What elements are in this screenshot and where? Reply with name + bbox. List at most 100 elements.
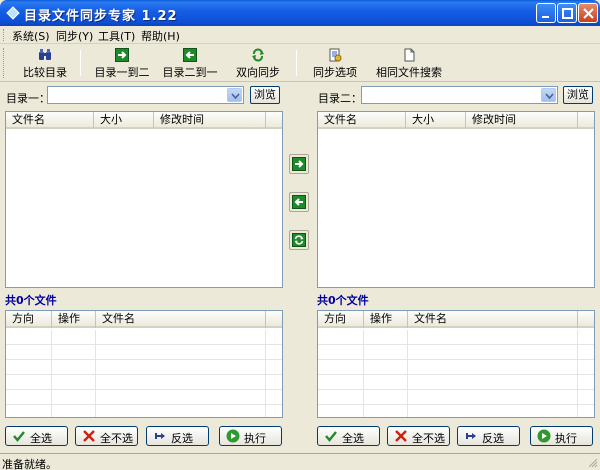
invert-label: 反选	[171, 432, 193, 445]
grid-line	[318, 344, 594, 345]
menu-help[interactable]: 帮助(H)	[141, 28, 180, 44]
dir1-execute-button[interactable]: 执行	[219, 426, 282, 446]
toolbar: 比较目录 目录一到二 目录二到一 双向同步 同步选项 相同文件搜索	[0, 44, 600, 82]
sync-arrows-icon	[252, 48, 264, 62]
dir1-to-dir2-label: 目录一到二	[94, 66, 150, 79]
maximize-button[interactable]	[557, 3, 577, 23]
red-x-icon	[395, 430, 407, 442]
maximize-icon	[562, 8, 573, 19]
copy-right-button[interactable]	[289, 154, 309, 174]
menu-sync[interactable]: 同步(Y)	[56, 28, 93, 44]
toolbar-separator	[80, 50, 81, 76]
dir1-label: 目录一：	[6, 92, 50, 105]
column-header[interactable]: 大小	[94, 112, 154, 129]
dir2-invert-button[interactable]: 反选	[457, 426, 520, 446]
dir2-select-all-button[interactable]: 全选	[317, 426, 380, 446]
dir2-dropdown-button[interactable]	[541, 88, 556, 102]
grid-line	[318, 359, 594, 360]
minimize-icon	[542, 16, 549, 18]
grid-line	[318, 404, 594, 405]
invert-selection-icon	[466, 433, 476, 439]
column-header[interactable]: 修改时间	[154, 112, 266, 129]
two-way-sync-mid-button[interactable]	[289, 230, 309, 250]
dir1-browse-button[interactable]: 浏览	[250, 86, 280, 104]
chevron-down-icon	[545, 93, 554, 99]
two-way-sync-button[interactable]: 双向同步	[234, 46, 282, 80]
resize-grip-icon[interactable]	[587, 457, 598, 468]
document-icon	[404, 48, 415, 62]
title-bar[interactable]: 目录文件同步专家 1.22	[0, 0, 600, 26]
column-header[interactable]: 操作	[364, 311, 408, 328]
same-file-search-button[interactable]: 相同文件搜索	[376, 46, 442, 80]
dir1-operation-list[interactable]: 方向 操作 文件名	[5, 310, 283, 418]
column-header[interactable]: 文件名	[408, 311, 578, 328]
dir2-to-dir1-label: 目录二到一	[162, 66, 218, 79]
checkmark-icon	[325, 431, 337, 442]
dir2-to-dir1-button[interactable]: 目录二到一	[161, 46, 219, 80]
select-all-label: 全选	[342, 432, 364, 445]
same-file-search-label: 相同文件搜索	[376, 66, 442, 79]
select-none-label: 全不选	[100, 432, 133, 445]
binoculars-icon	[39, 49, 51, 60]
grid-line	[318, 374, 594, 375]
dir1-file-list-header: 文件名 大小 修改时间	[6, 112, 282, 129]
compare-dirs-label: 比较目录	[23, 66, 67, 79]
menu-tools[interactable]: 工具(T)	[98, 28, 135, 44]
dir2-operation-list-header: 方向 操作 文件名	[318, 311, 594, 328]
dir2-file-list[interactable]: 文件名 大小 修改时间	[317, 111, 595, 288]
menu-bar: 系统(S) 同步(Y) 工具(T) 帮助(H)	[0, 26, 600, 44]
dir1-select-none-button[interactable]: 全不选	[75, 426, 138, 446]
menu-grip	[3, 29, 6, 41]
status-bar: 准备就绪。	[0, 453, 600, 470]
compare-dirs-button[interactable]: 比较目录	[20, 46, 70, 80]
dir1-operation-list-header: 方向 操作 文件名	[6, 311, 282, 328]
toolbar-grip	[3, 48, 6, 78]
sync-arrows-icon	[292, 233, 306, 247]
dir2-combo[interactable]	[361, 86, 558, 104]
minimize-button[interactable]	[536, 3, 556, 23]
play-icon	[537, 429, 551, 443]
app-diamond-icon	[6, 6, 20, 20]
column-header[interactable]: 方向	[318, 311, 364, 328]
select-all-label: 全选	[30, 432, 52, 445]
column-header[interactable]: 操作	[52, 311, 96, 328]
column-header[interactable]: 方向	[6, 311, 52, 328]
close-button[interactable]	[578, 3, 598, 23]
dir1-select-all-button[interactable]: 全选	[5, 426, 68, 446]
column-header[interactable]: 修改时间	[466, 112, 578, 129]
dir1-invert-button[interactable]: 反选	[146, 426, 209, 446]
dir2-browse-button[interactable]: 浏览	[563, 86, 593, 104]
close-icon	[583, 8, 594, 19]
arrow-right-icon	[115, 48, 129, 62]
column-header[interactable]: 文件名	[96, 311, 266, 328]
dir1-to-dir2-button[interactable]: 目录一到二	[93, 46, 151, 80]
sync-options-button[interactable]: 同步选项	[310, 46, 360, 80]
grid-line	[6, 404, 282, 405]
column-header[interactable]: 文件名	[318, 112, 406, 129]
arrow-left-icon	[292, 195, 306, 209]
grid-rows	[318, 330, 594, 417]
copy-left-button[interactable]	[289, 192, 309, 212]
sync-options-label: 同步选项	[313, 66, 357, 79]
grid-line	[6, 389, 282, 390]
dir2-select-none-button[interactable]: 全不选	[387, 426, 450, 446]
dir1-dropdown-button[interactable]	[227, 88, 242, 102]
arrow-right-icon	[292, 157, 306, 171]
chevron-down-icon	[231, 93, 240, 99]
grid-line	[6, 374, 282, 375]
dir1-file-count: 共0个文件	[5, 294, 57, 307]
toolbar-separator	[296, 50, 297, 76]
dir2-operation-list[interactable]: 方向 操作 文件名	[317, 310, 595, 418]
dir1-combo[interactable]	[47, 86, 244, 104]
play-icon	[226, 429, 240, 443]
window-title: 目录文件同步专家 1.22	[24, 9, 178, 24]
two-way-sync-label: 双向同步	[236, 66, 280, 79]
arrow-left-icon	[183, 48, 197, 62]
menu-system[interactable]: 系统(S)	[12, 28, 50, 44]
column-header[interactable]: 大小	[406, 112, 466, 129]
column-header[interactable]: 文件名	[6, 112, 94, 129]
invert-selection-icon	[155, 433, 165, 439]
dir2-execute-button[interactable]: 执行	[530, 426, 593, 446]
dir1-file-list[interactable]: 文件名 大小 修改时间	[5, 111, 283, 288]
grid-rows	[6, 330, 282, 417]
